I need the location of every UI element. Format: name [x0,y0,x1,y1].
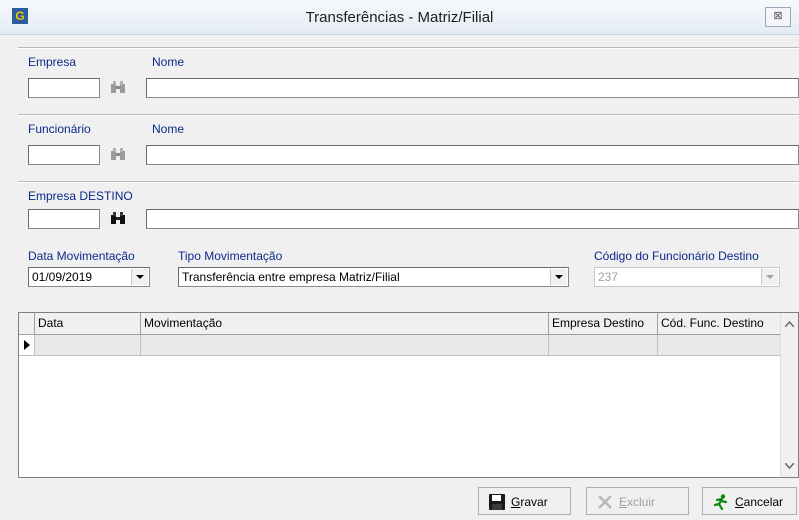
window-title: Transferências - Matriz/Filial [305,9,494,26]
table-cell[interactable] [658,335,782,355]
empresa-nome-label: Nome [152,55,185,69]
gravar-button[interactable]: Gravar [478,487,571,515]
funcionario-nome-input[interactable] [146,145,799,165]
scroll-up-icon[interactable] [785,321,794,327]
cancelar-label: Cancelar [735,495,784,509]
binoculars-icon[interactable] [110,211,126,225]
empresa-nome-input[interactable] [146,78,799,98]
excluir-label: Excluir [619,495,656,509]
gravar-label: Gravar [511,495,548,509]
empresa-group: Empresa Nome [18,48,799,109]
grid-header-cod-func-destino[interactable]: Cód. Func. Destino [658,313,782,334]
movimentacoes-grid[interactable]: Data Movimentação Empresa Destino Cód. F… [18,312,799,478]
tipo-movimentacao-label: Tipo Movimentação [178,249,283,263]
floppy-disk-icon [489,494,505,510]
empresa-label: Empresa [28,55,77,69]
cancelar-button[interactable]: Cancelar [702,487,797,515]
destino-label: Empresa DESTINO [28,189,133,203]
chevron-down-icon[interactable] [131,269,148,285]
grid-header-data[interactable]: Data [35,313,141,334]
tipo-movimentacao-select[interactable]: Transferência entre empresa Matriz/Filia… [178,267,569,287]
grid-header-empresa-destino[interactable]: Empresa Destino [549,313,658,334]
title-bar: G Transferências - Matriz/Filial ⊠ [0,0,799,35]
destino-code-input[interactable] [28,209,100,229]
binoculars-icon[interactable] [110,147,126,161]
table-cell[interactable] [141,335,549,355]
grid-header-movimentacao[interactable]: Movimentação [141,313,549,334]
chevron-down-icon[interactable] [550,269,567,285]
destino-nome-input[interactable] [146,209,799,229]
binoculars-icon[interactable] [110,80,126,94]
grid-header-indicator [19,313,35,334]
funcionario-label: Funcionário [28,122,91,136]
running-man-icon [713,494,728,510]
empresa-code-input[interactable] [28,78,100,98]
data-movimentacao-select[interactable]: 01/09/2019 [28,267,150,287]
codigo-funcionario-destino-label: Código do Funcionário Destino [594,249,759,263]
row-indicator [19,335,35,355]
close-button[interactable]: ⊠ [765,7,791,27]
data-movimentacao-label: Data Movimentação [28,249,135,263]
destino-group: Empresa DESTINO Data Movimentação Tipo M… [18,182,799,303]
current-row-arrow-icon [24,340,30,350]
table-cell[interactable] [35,335,141,355]
funcionario-code-input[interactable] [28,145,100,165]
table-cell[interactable] [549,335,658,355]
scroll-down-icon[interactable] [785,463,794,469]
chevron-down-icon[interactable] [761,269,778,285]
grid-header: Data Movimentação Empresa Destino Cód. F… [19,313,781,335]
funcionario-nome-label: Nome [152,122,185,136]
delete-x-icon [598,495,612,509]
excluir-button[interactable]: Excluir [586,487,689,515]
funcionario-group: Funcionário Nome [18,115,799,176]
grid-vertical-scrollbar[interactable] [780,313,798,477]
codigo-funcionario-destino-select[interactable]: 237 [594,267,780,287]
table-row[interactable] [19,335,781,356]
